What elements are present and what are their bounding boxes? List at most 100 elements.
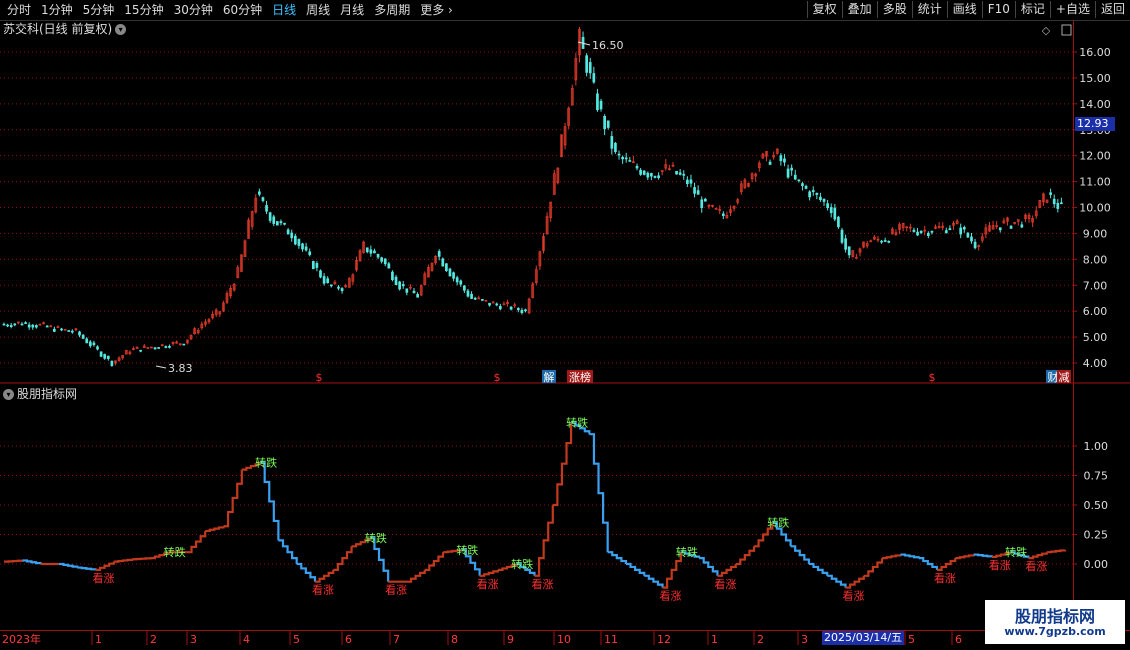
candle-body bbox=[20, 323, 24, 326]
candle-body bbox=[200, 323, 204, 329]
signal-bullish: 看涨 bbox=[92, 571, 114, 585]
period-tab-1[interactable]: 1分钟 bbox=[36, 2, 78, 18]
candle-body bbox=[1042, 193, 1045, 203]
indicator-line bbox=[699, 557, 719, 576]
candle-body bbox=[434, 255, 437, 264]
toolbar-button-5[interactable]: F10 bbox=[981, 1, 1015, 18]
stock-title[interactable]: 苏交科(日线 前复权) ▾ bbox=[3, 21, 127, 37]
candle-body bbox=[1052, 198, 1056, 205]
candle-body bbox=[603, 115, 606, 130]
candle-body bbox=[423, 273, 427, 286]
time-label: 2023年 bbox=[2, 632, 41, 646]
chevron-down-icon[interactable]: ▾ bbox=[115, 24, 127, 35]
period-tab-5[interactable]: 60分钟 bbox=[218, 2, 267, 18]
candle-body bbox=[506, 301, 509, 304]
candle-body bbox=[380, 257, 383, 262]
chevron-down-icon[interactable]: ▾ bbox=[3, 389, 14, 400]
indicator-line bbox=[4, 559, 24, 563]
toolbar-button-8[interactable]: 返回 bbox=[1094, 1, 1130, 18]
period-tab-2[interactable]: 5分钟 bbox=[78, 2, 120, 18]
candle-body bbox=[606, 120, 610, 128]
toolbar-button-1[interactable]: 叠加 bbox=[841, 1, 877, 18]
candle-body bbox=[477, 297, 481, 300]
candle-body bbox=[955, 220, 959, 225]
time-label: 12 bbox=[657, 633, 671, 646]
candle-body bbox=[1031, 218, 1034, 223]
toolbar-button-2[interactable]: 多股 bbox=[876, 1, 912, 18]
indicator-line bbox=[479, 569, 500, 577]
candle-body bbox=[700, 199, 704, 209]
candle-body bbox=[898, 224, 901, 230]
low-price-label: 3.83 bbox=[168, 362, 193, 375]
signal-turn-down: 转跌 bbox=[365, 531, 387, 545]
indicator-line bbox=[900, 553, 920, 559]
period-tab-0[interactable]: 分时 bbox=[2, 2, 36, 18]
candle-body bbox=[53, 328, 56, 332]
indicator-line bbox=[936, 558, 957, 571]
cursor-date-tag: 2025/03/14/五 bbox=[822, 631, 905, 645]
candle-body bbox=[858, 248, 862, 253]
candle-body bbox=[272, 216, 276, 224]
event-marker: $ bbox=[316, 371, 323, 384]
candle-body bbox=[671, 164, 675, 167]
indicator-line bbox=[260, 461, 280, 541]
toolbar-button-7[interactable]: +自选 bbox=[1049, 1, 1095, 18]
candle-body bbox=[110, 360, 114, 366]
candle-body bbox=[768, 161, 772, 165]
indicator-line bbox=[314, 569, 335, 583]
candle-body bbox=[513, 304, 517, 307]
candle-body bbox=[527, 298, 531, 314]
candle-body bbox=[85, 338, 89, 344]
period-tab-6[interactable]: 日线 bbox=[267, 2, 301, 18]
period-tab-3[interactable]: 15分钟 bbox=[119, 2, 168, 18]
period-tab-10[interactable]: 更多 › bbox=[415, 2, 458, 18]
y-tick-label: 16.00 bbox=[1079, 46, 1111, 59]
candle-body bbox=[621, 156, 624, 160]
candle-body bbox=[355, 260, 358, 271]
toolbar-button-4[interactable]: 画线 bbox=[946, 1, 982, 18]
ind-y-tick-label: 0.00 bbox=[1084, 558, 1109, 571]
candle-body bbox=[804, 185, 808, 189]
toolbar-button-0[interactable]: 复权 bbox=[806, 1, 842, 18]
candle-body bbox=[452, 272, 455, 279]
candle-body bbox=[258, 191, 261, 195]
period-tab-8[interactable]: 月线 bbox=[335, 2, 369, 18]
top-toolbar: 分时 1分钟 5分钟 15分钟 30分钟 60分钟 日线 周线 月线 多周期 更多 › 复权 叠加 多股… bbox=[0, 0, 1130, 21]
candle-body bbox=[998, 227, 1002, 231]
period-tab-7[interactable]: 周线 bbox=[301, 2, 335, 18]
candle-body bbox=[398, 281, 401, 290]
candle-body bbox=[1038, 199, 1042, 209]
period-tab-9[interactable]: 多周期 bbox=[369, 2, 415, 18]
time-label: 4 bbox=[243, 633, 250, 646]
candle-body bbox=[502, 303, 506, 306]
toolbar-button-3[interactable]: 统计 bbox=[911, 1, 947, 18]
candle-body bbox=[919, 230, 923, 233]
candle-body bbox=[401, 284, 405, 287]
event-marker: 解 bbox=[544, 370, 555, 384]
indicator-line bbox=[625, 562, 646, 576]
toolbar-button-6[interactable]: 标记 bbox=[1014, 1, 1050, 18]
candle-body bbox=[660, 170, 664, 173]
candle-body bbox=[286, 229, 290, 235]
candle-body bbox=[1006, 217, 1009, 222]
candle-body bbox=[596, 93, 599, 111]
candle-body bbox=[293, 235, 297, 245]
panel-toggle-icon bbox=[1061, 24, 1072, 36]
period-tab-4[interactable]: 30分钟 bbox=[169, 2, 218, 18]
candle-body bbox=[980, 236, 984, 241]
candle-body bbox=[754, 173, 758, 177]
candle-body bbox=[31, 324, 35, 328]
candle-body bbox=[923, 229, 927, 232]
candle-body bbox=[45, 325, 49, 328]
candle-body bbox=[822, 198, 826, 202]
candle-body bbox=[146, 347, 150, 349]
candle-body bbox=[851, 250, 855, 258]
candle-body bbox=[844, 238, 847, 250]
candle-body bbox=[739, 183, 743, 193]
indicator-line bbox=[534, 505, 554, 577]
candle-body bbox=[926, 232, 930, 236]
marker-bg bbox=[1046, 370, 1060, 383]
candle-body bbox=[765, 151, 768, 157]
indicator-title[interactable]: ▾ 股朋指标网 bbox=[3, 386, 77, 402]
candle-body bbox=[153, 347, 157, 350]
